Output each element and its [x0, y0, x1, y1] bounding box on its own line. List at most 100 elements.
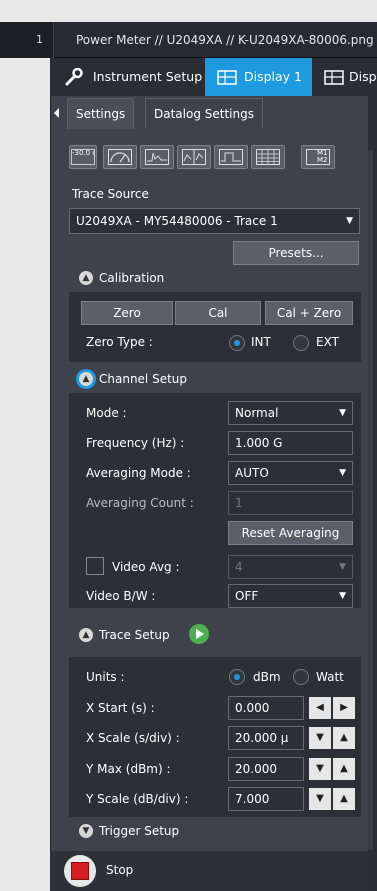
y-scale-input[interactable]: 7.000 — [228, 787, 304, 811]
presets-button[interactable]: Presets... — [233, 241, 359, 265]
play-icon[interactable] — [189, 624, 209, 644]
units-watt-label: Watt — [316, 670, 344, 684]
x-start-label: X Start (s) : — [86, 701, 155, 715]
subtab-settings[interactable]: Settings — [67, 98, 135, 129]
pulse-view-button[interactable] — [214, 145, 248, 169]
dropdown-arrow-icon: ▼ — [339, 408, 346, 418]
arrow-down-icon[interactable]: ▼ — [309, 788, 331, 810]
tab-display-1[interactable]: Display 1 — [205, 58, 312, 103]
main-tab-bar: Instrument Setup Display 1 Displa — [50, 58, 377, 103]
collapse-icon[interactable]: ▲ — [79, 628, 93, 642]
y-scale-label: Y Scale (dB/div) : — [86, 792, 189, 806]
units-dbm-label: dBm — [253, 670, 281, 684]
collapse-icon-inner: ▲ — [79, 372, 93, 386]
window-title-bar: 1 Power Meter // U2049XA // K-U2049XA-80… — [0, 22, 377, 58]
stop-label: Stop — [106, 863, 134, 877]
calibration-section-title[interactable]: Calibration — [99, 271, 164, 285]
y-max-label: Y Max (dBm) : — [86, 762, 171, 776]
trace-source-select[interactable]: U2049XA - MY54480006 - Trace 1 ▼ — [69, 208, 360, 234]
arrow-up-icon[interactable]: ▲ — [333, 727, 355, 749]
arrow-up-icon[interactable]: ▲ — [333, 788, 355, 810]
tab-instrument-setup[interactable]: Instrument Setup — [50, 58, 203, 96]
display-icon — [324, 70, 344, 85]
attenuation-button[interactable]: -30.0 dB — [69, 145, 97, 169]
split-graph-icon — [182, 149, 206, 165]
pulse-icon — [219, 149, 243, 165]
collapse-icon[interactable]: ▲ — [79, 271, 93, 285]
marker-m2-label: M2 — [317, 156, 328, 164]
display-icon — [217, 70, 237, 85]
window-number: 1 — [0, 22, 54, 58]
channel-setup-section-title[interactable]: Channel Setup — [99, 372, 187, 386]
zero-type-label: Zero Type : — [86, 335, 153, 349]
reset-averaging-button[interactable]: Reset Averaging — [228, 521, 353, 545]
units-dbm-radio[interactable] — [229, 669, 245, 685]
cal-button[interactable]: Cal — [175, 301, 261, 325]
mode-select[interactable]: Normal ▼ — [228, 401, 353, 425]
zero-type-ext-radio[interactable] — [293, 335, 309, 351]
panel-scrollbar[interactable] — [368, 150, 373, 850]
tab-display-2[interactable]: Displa — [314, 58, 377, 96]
marker-icon: M1 M2 — [306, 149, 330, 165]
play-icon-triangle — [196, 629, 204, 639]
stop-button[interactable] — [64, 855, 96, 887]
marker-button[interactable]: M1 M2 — [301, 145, 335, 169]
split-view-button[interactable] — [177, 145, 211, 169]
mode-label: Mode : — [86, 406, 127, 420]
y-max-input[interactable]: 20.000 — [228, 757, 304, 781]
trace-setup-section-title[interactable]: Trace Setup — [99, 628, 170, 642]
trace-view-button[interactable] — [140, 145, 174, 169]
frequency-label: Frequency (Hz) : — [86, 436, 185, 450]
units-watt-radio[interactable] — [293, 669, 309, 685]
tab-display-1-label: Display 1 — [244, 69, 303, 84]
video-avg-select[interactable]: 4 ▼ — [228, 555, 353, 579]
x-scale-label: X Scale (s/div) : — [86, 731, 180, 745]
subtab-bar: Settings Datalog Settings — [51, 98, 367, 130]
arrow-down-icon[interactable]: ▼ — [309, 727, 331, 749]
dropdown-arrow-icon: ▼ — [339, 562, 346, 572]
zero-type-int-radio[interactable] — [229, 335, 245, 351]
arrow-left-icon[interactable]: ◀ — [309, 697, 331, 719]
arrow-down-icon[interactable]: ▼ — [309, 758, 331, 780]
averaging-mode-select[interactable]: AUTO ▼ — [228, 461, 353, 485]
averaging-count-label: Averaging Count : — [86, 496, 194, 510]
video-bw-select[interactable]: OFF ▼ — [228, 584, 353, 608]
wrench-icon — [65, 68, 83, 86]
trigger-setup-section-title[interactable]: Trigger Setup — [99, 824, 179, 838]
trace-graph-icon — [145, 149, 169, 165]
zero-button[interactable]: Zero — [81, 301, 173, 325]
zero-type-int-label: INT — [251, 335, 271, 349]
x-start-input[interactable]: 0.000 — [228, 696, 304, 720]
table-view-button[interactable] — [251, 145, 285, 169]
stop-icon — [71, 862, 89, 880]
attenuation-icon: -30.0 dB — [71, 149, 95, 165]
arrow-right-icon[interactable]: ▶ — [333, 697, 355, 719]
collapse-icon[interactable]: ▲ — [76, 369, 96, 389]
video-avg-checkbox[interactable] — [86, 557, 104, 575]
averaging-count-input[interactable]: 1 — [228, 491, 353, 515]
averaging-mode-value: AUTO — [235, 466, 269, 480]
averaging-mode-label: Averaging Mode : — [86, 466, 191, 480]
table-icon — [256, 149, 280, 165]
trace-source-label: Trace Source — [72, 187, 149, 201]
bottom-bar: Stop — [50, 851, 368, 891]
video-bw-value: OFF — [235, 589, 259, 603]
chevron-left-icon[interactable] — [54, 108, 59, 118]
video-avg-label: Video Avg : — [112, 560, 180, 574]
expand-icon[interactable]: ▼ — [79, 824, 93, 838]
x-scale-input[interactable]: 20.000 μ — [228, 726, 304, 750]
video-avg-value: 4 — [235, 560, 243, 574]
cal-zero-button[interactable]: Cal + Zero — [265, 301, 353, 325]
video-bw-label: Video B/W : — [86, 589, 156, 603]
tab-display-2-label: Displa — [349, 69, 377, 84]
window-title: Power Meter // U2049XA // K-U2049XA-8000… — [76, 33, 374, 47]
units-label: Units : — [86, 670, 125, 684]
trace-source-value: U2049XA - MY54480006 - Trace 1 — [76, 214, 278, 228]
frequency-input[interactable]: 1.000 G — [228, 431, 353, 455]
dropdown-arrow-icon: ▼ — [346, 216, 353, 226]
zero-type-ext-label: EXT — [316, 335, 339, 349]
dropdown-arrow-icon: ▼ — [339, 468, 346, 478]
subtab-datalog-settings[interactable]: Datalog Settings — [145, 98, 263, 129]
gauge-view-button[interactable] — [103, 145, 137, 169]
arrow-up-icon[interactable]: ▲ — [333, 758, 355, 780]
